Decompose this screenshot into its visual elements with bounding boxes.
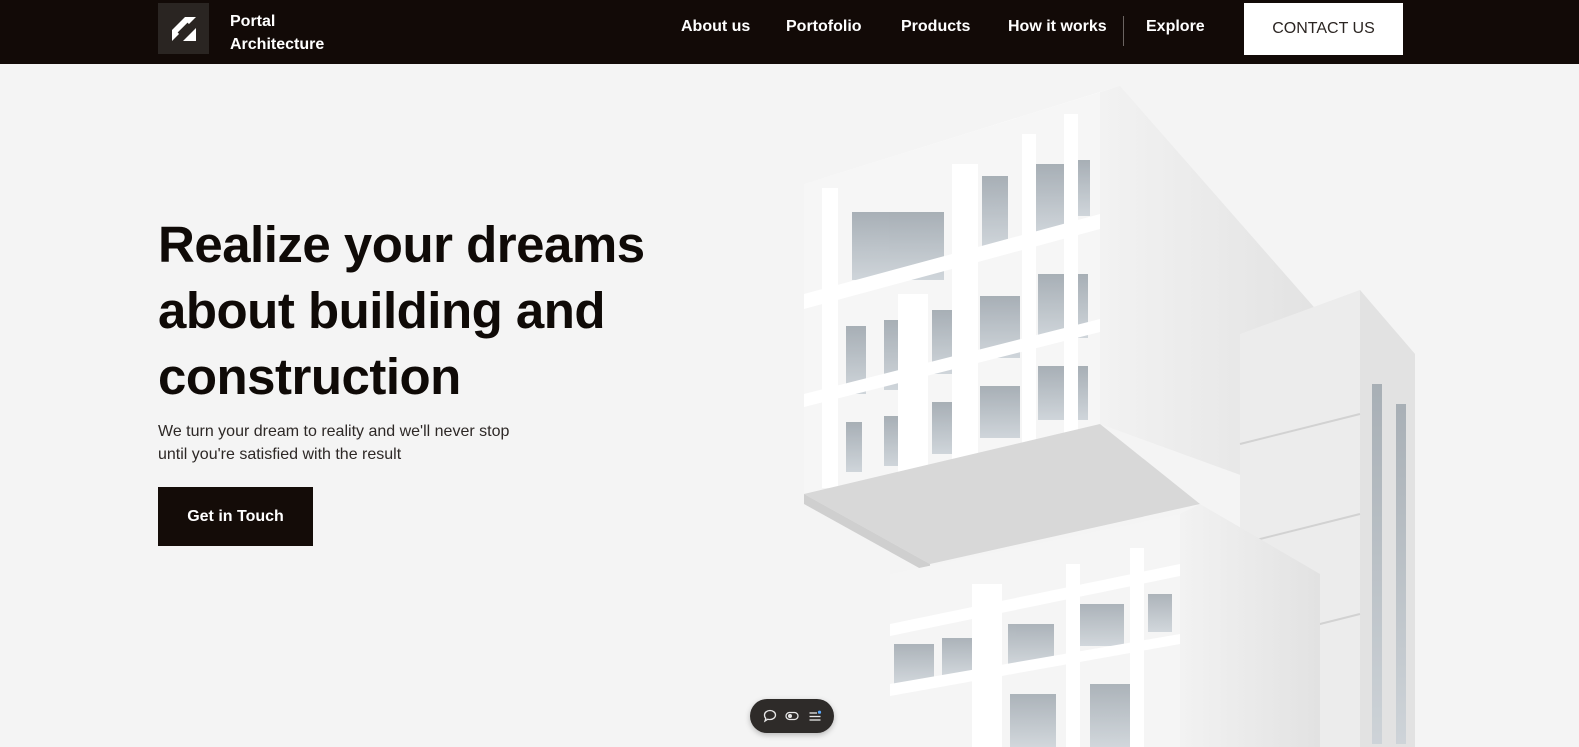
hero-subtitle-line-1: We turn your dream to reality and we'll … bbox=[158, 423, 510, 440]
toggle-icon[interactable] bbox=[783, 707, 801, 725]
hero-title-line-3: construction bbox=[158, 348, 461, 405]
nav-products[interactable]: Products bbox=[901, 18, 970, 36]
nav-about-us[interactable]: About us bbox=[681, 18, 750, 36]
building-image bbox=[804, 86, 1415, 747]
floating-toolbar bbox=[750, 699, 834, 733]
get-in-touch-button[interactable]: Get in Touch bbox=[158, 487, 313, 546]
hero-subtitle-line-2: until you're satisfied with the result bbox=[158, 446, 402, 463]
nav-how-it-works[interactable]: How it works bbox=[1008, 18, 1107, 36]
portal-logo-icon bbox=[171, 16, 196, 41]
logo[interactable] bbox=[158, 3, 209, 54]
comment-icon[interactable] bbox=[761, 707, 779, 725]
hero-title-line-1: Realize your dreams bbox=[158, 216, 645, 273]
list-settings-icon[interactable] bbox=[806, 707, 824, 725]
contact-us-button[interactable]: CONTACT US bbox=[1244, 3, 1403, 55]
brand-line-2: Architecture bbox=[230, 36, 325, 53]
nav-explore[interactable]: Explore bbox=[1146, 18, 1205, 36]
hero-title-line-2: about building and bbox=[158, 282, 606, 339]
nav-portofolio[interactable]: Portofolio bbox=[786, 18, 862, 36]
nav-divider bbox=[1123, 16, 1124, 46]
top-navbar: Portal Architecture About us Portofolio … bbox=[0, 0, 1579, 64]
brand-line-1: Portal bbox=[230, 13, 276, 30]
brand-name[interactable]: Portal Architecture bbox=[230, 10, 324, 56]
hero-title: Realize your dreams about building and c… bbox=[158, 212, 645, 410]
hero-subtitle: We turn your dream to reality and we'll … bbox=[158, 420, 509, 466]
